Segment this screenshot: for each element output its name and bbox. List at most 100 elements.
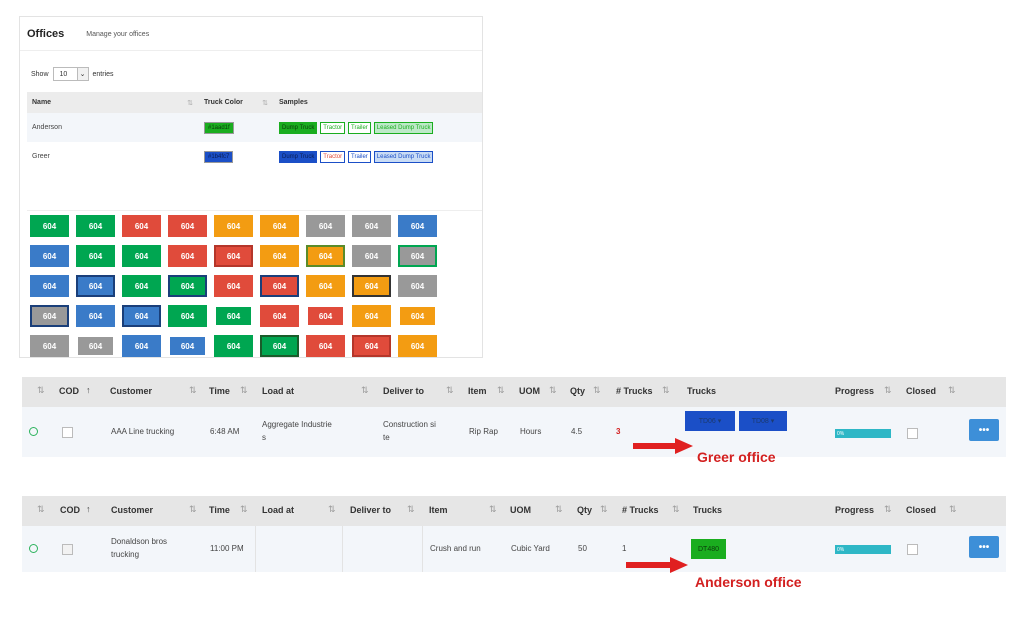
table-row[interactable]: Donaldson bros trucking 11:00 PM Crush a… bbox=[22, 526, 1006, 572]
sort-icon[interactable]: ⇅ bbox=[240, 504, 248, 515]
closed-checkbox[interactable] bbox=[907, 544, 918, 555]
truck-tile[interactable]: 604 bbox=[168, 275, 207, 297]
column-header-truck-color[interactable]: Truck Color ⇅ bbox=[199, 92, 274, 113]
truck-tile[interactable]: 604 bbox=[76, 305, 115, 327]
sort-icon[interactable]: ⇅ bbox=[262, 99, 268, 107]
sort-icon[interactable]: ⇅ bbox=[555, 504, 563, 515]
sort-icon[interactable]: ⇅ bbox=[549, 385, 557, 396]
column-header-cod[interactable]: COD bbox=[60, 505, 80, 515]
truck-tile[interactable]: 604 bbox=[30, 305, 69, 327]
sort-icon[interactable]: ⇅ bbox=[446, 385, 454, 396]
sort-icon[interactable]: ⇅ bbox=[884, 504, 892, 515]
truck-color-swatch[interactable]: #1aad1f bbox=[204, 121, 234, 134]
truck-tile[interactable]: 604 bbox=[122, 335, 161, 357]
truck-tile[interactable]: 604 bbox=[260, 275, 299, 297]
column-header-deliver-to[interactable]: Deliver to bbox=[350, 505, 391, 515]
sort-icon[interactable]: ⇅ bbox=[672, 504, 680, 515]
column-header-closed[interactable]: Closed bbox=[906, 386, 936, 396]
status-circle-icon[interactable] bbox=[29, 427, 38, 436]
truck-tile[interactable]: 604 bbox=[352, 245, 391, 267]
column-header-num-trucks[interactable]: # Trucks bbox=[616, 386, 653, 396]
row-actions-button[interactable]: ••• bbox=[969, 536, 999, 558]
column-header-time[interactable]: Time bbox=[209, 386, 230, 396]
truck-tile[interactable]: 604 bbox=[30, 335, 69, 357]
sort-icon[interactable]: ⇅ bbox=[187, 99, 193, 107]
truck-tile[interactable]: 604 bbox=[306, 245, 345, 267]
column-header-deliver-to[interactable]: Deliver to bbox=[383, 386, 424, 396]
truck-tile[interactable]: 604 bbox=[122, 215, 161, 237]
caret-down-icon[interactable]: ▾ bbox=[718, 417, 722, 425]
column-header-qty[interactable]: Qty bbox=[577, 505, 592, 515]
column-header-closed[interactable]: Closed bbox=[906, 505, 936, 515]
truck-tile[interactable]: 604 bbox=[122, 245, 161, 267]
column-header-load-at[interactable]: Load at bbox=[262, 505, 294, 515]
truck-badge[interactable]: DT480 bbox=[691, 539, 726, 559]
truck-tile[interactable]: 604 bbox=[260, 245, 299, 267]
truck-tile[interactable]: 604 bbox=[76, 245, 115, 267]
sort-icon[interactable]: ⇅ bbox=[240, 385, 248, 396]
sort-icon[interactable]: ⇅ bbox=[189, 504, 197, 515]
truck-tile[interactable]: 604 bbox=[260, 305, 299, 327]
truck-tile[interactable]: 604 bbox=[168, 245, 207, 267]
truck-tile[interactable]: 604 bbox=[30, 275, 69, 297]
truck-tile[interactable]: 604 bbox=[122, 305, 161, 327]
column-header-uom[interactable]: UOM bbox=[510, 505, 531, 515]
truck-tile[interactable]: 604 bbox=[306, 335, 345, 357]
truck-tile[interactable]: 604 bbox=[214, 215, 253, 237]
table-row[interactable]: AAA Line trucking 6:48 AM Aggregate Indu… bbox=[22, 407, 1006, 457]
row-actions-button[interactable]: ••• bbox=[969, 419, 999, 441]
truck-badge[interactable]: TD08 ▾ bbox=[739, 411, 787, 431]
entries-select[interactable]: 10 ⌄ bbox=[52, 67, 89, 81]
column-header-progress[interactable]: Progress bbox=[835, 505, 874, 515]
sort-asc-icon[interactable]: ↑ bbox=[86, 504, 91, 514]
truck-tile[interactable]: 604 bbox=[352, 305, 391, 327]
truck-tile[interactable]: 604 bbox=[352, 335, 391, 357]
truck-tile[interactable]: 604 bbox=[168, 215, 207, 237]
truck-tile[interactable]: 604 bbox=[352, 215, 391, 237]
closed-checkbox[interactable] bbox=[907, 428, 918, 439]
truck-tile[interactable]: 604 bbox=[306, 215, 345, 237]
sort-icon[interactable]: ⇅ bbox=[361, 385, 369, 396]
truck-tile[interactable]: 604 bbox=[260, 335, 299, 357]
truck-tile[interactable]: 604 bbox=[352, 275, 391, 297]
truck-tile[interactable]: 604 bbox=[30, 245, 69, 267]
truck-tile[interactable]: 604 bbox=[76, 335, 115, 357]
sort-icon[interactable]: ⇅ bbox=[600, 504, 608, 515]
sort-icon[interactable]: ⇅ bbox=[884, 385, 892, 396]
truck-tile[interactable]: 604 bbox=[168, 335, 207, 357]
column-header-customer[interactable]: Customer bbox=[111, 505, 153, 515]
sort-asc-icon[interactable]: ↑ bbox=[86, 385, 91, 395]
truck-tile[interactable]: 604 bbox=[122, 275, 161, 297]
truck-tile[interactable]: 604 bbox=[214, 305, 253, 327]
column-header-item[interactable]: Item bbox=[429, 505, 448, 515]
sort-icon[interactable]: ⇅ bbox=[593, 385, 601, 396]
column-header-cod[interactable]: COD bbox=[59, 386, 79, 396]
truck-tile[interactable]: 604 bbox=[398, 305, 437, 327]
sort-icon[interactable]: ⇅ bbox=[37, 385, 45, 396]
sort-icon[interactable]: ⇅ bbox=[662, 385, 670, 396]
truck-tile[interactable]: 604 bbox=[306, 305, 345, 327]
truck-color-swatch[interactable]: #1b4fc7 bbox=[204, 150, 234, 163]
table-row[interactable]: Anderson #1aad1f Dump Truck Tractor Trai… bbox=[27, 113, 482, 142]
truck-tile[interactable]: 604 bbox=[398, 335, 437, 357]
truck-tile[interactable]: 604 bbox=[76, 215, 115, 237]
sort-icon[interactable]: ⇅ bbox=[489, 504, 497, 515]
truck-tile[interactable]: 604 bbox=[306, 275, 345, 297]
truck-tile[interactable]: 604 bbox=[214, 245, 253, 267]
truck-tile[interactable]: 604 bbox=[214, 335, 253, 357]
truck-tile[interactable]: 604 bbox=[30, 215, 69, 237]
caret-down-icon[interactable]: ▾ bbox=[771, 417, 775, 425]
column-header-uom[interactable]: UOM bbox=[519, 386, 540, 396]
sort-icon[interactable]: ⇅ bbox=[328, 504, 336, 515]
column-header-progress[interactable]: Progress bbox=[835, 386, 874, 396]
sort-icon[interactable]: ⇅ bbox=[497, 385, 505, 396]
cod-checkbox[interactable] bbox=[62, 427, 73, 438]
cod-checkbox-checked[interactable] bbox=[62, 544, 73, 555]
sort-icon[interactable]: ⇅ bbox=[948, 385, 956, 396]
column-header-qty[interactable]: Qty bbox=[570, 386, 585, 396]
truck-tile[interactable]: 604 bbox=[398, 275, 437, 297]
truck-tile[interactable]: 604 bbox=[398, 245, 437, 267]
column-header-name[interactable]: Name ⇅ bbox=[27, 92, 199, 113]
column-header-time[interactable]: Time bbox=[209, 505, 230, 515]
column-header-num-trucks[interactable]: # Trucks bbox=[622, 505, 659, 515]
